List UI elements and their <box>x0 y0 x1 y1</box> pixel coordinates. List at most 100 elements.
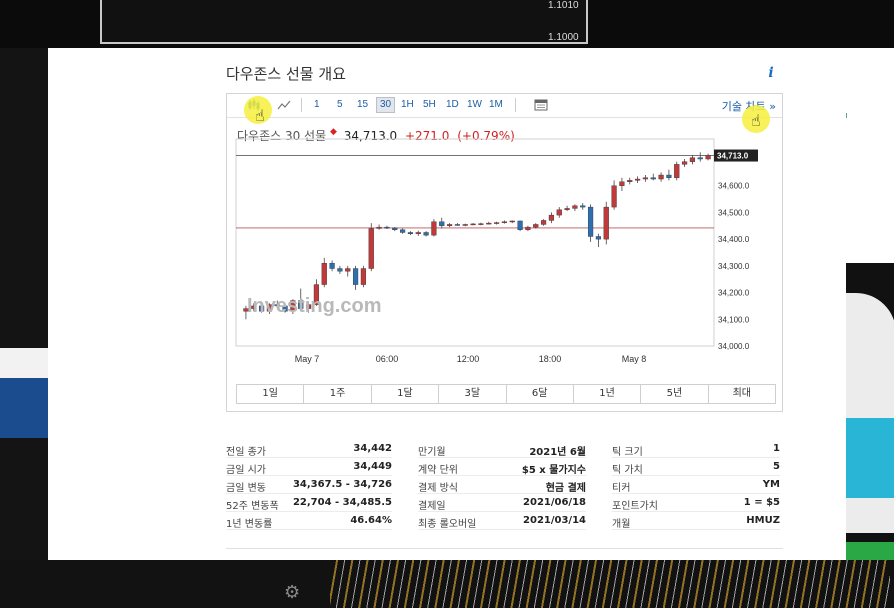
stat-row: 티커 YM <box>612 476 780 494</box>
stat-row: 금일 변동 34,367.5 - 34,726 <box>226 476 392 494</box>
stat-row: 만기월 2021년 6월 <box>418 440 586 458</box>
stat-label: 금일 시가 <box>226 465 266 476</box>
background-bottom: ⚙ <box>0 560 894 608</box>
range-button[interactable]: 1일 <box>237 385 305 403</box>
candle-body <box>627 180 633 182</box>
hand-pointer-icon: ☝ <box>751 111 761 130</box>
stat-row: 포인트가치 1 = $5 <box>612 494 780 512</box>
range-button[interactable]: 1주 <box>304 385 372 403</box>
stat-label: 1년 변동률 <box>226 519 273 530</box>
candle-body <box>580 205 586 208</box>
stat-value: 34,449 <box>353 461 392 472</box>
candle-body <box>407 232 414 234</box>
stat-label: 개월 <box>612 519 631 530</box>
hand-pointer-icon: ☝ <box>255 106 265 125</box>
section-divider <box>226 548 783 549</box>
stat-row: 결제일 2021/06/18 <box>418 494 586 512</box>
candle-body <box>697 157 703 160</box>
price-chart[interactable]: 34,000.0 34,100.0 34,200.0 34,300.0 34,400.0… <box>227 94 782 379</box>
stat-value: 34,442 <box>353 443 392 454</box>
candle-body <box>462 224 468 226</box>
stat-label: 계약 단위 <box>418 465 458 476</box>
stat-value: 2021/03/14 <box>523 515 586 526</box>
stat-value: 22,704 - 34,485.5 <box>292 497 392 508</box>
stat-label: 전일 종가 <box>226 447 266 458</box>
range-button[interactable]: 6달 <box>507 385 574 403</box>
gear-icon: ⚙ <box>284 582 301 603</box>
candle-body <box>619 181 625 186</box>
y-tick-label: 34,600.0 <box>718 182 750 191</box>
candle-body <box>634 178 641 181</box>
stats-column-3: 틱 크기 1 틱 가치 5 티커 YM 포인트가치 1 = $5 개월 HMUZ <box>612 440 780 530</box>
y-tick-label: 34,500.0 <box>718 208 750 217</box>
info-icon[interactable]: i <box>762 65 780 83</box>
candle-body <box>705 155 711 160</box>
stat-value: 1 <box>773 443 780 454</box>
y-tick-label: 34,200.0 <box>718 289 750 298</box>
stat-label: 52주 변동폭 <box>226 501 279 512</box>
candle-body <box>376 226 382 229</box>
stat-value: 1 = $5 <box>743 497 780 508</box>
x-tick-label: 12:00 <box>457 354 480 364</box>
candle-body <box>525 226 531 230</box>
stat-row: 최종 롤오버일 2021/03/14 <box>418 512 586 530</box>
stat-value: $5 x 물가지수 <box>521 465 586 476</box>
background-ad-panel <box>846 48 894 263</box>
candle-body <box>556 209 562 216</box>
range-button[interactable]: 3달 <box>439 385 507 403</box>
candle-body <box>415 232 421 234</box>
stat-value: 5 <box>773 461 780 472</box>
candle-body <box>352 268 359 285</box>
page-title: 다우존스 선물 개요 <box>226 65 346 83</box>
background-top: 1.1010 1.1000 <box>0 0 894 48</box>
candle-body <box>368 228 374 269</box>
x-tick-label: May 8 <box>622 354 647 364</box>
candle-body <box>674 164 680 178</box>
candle-body <box>611 185 617 208</box>
candle-body <box>681 161 688 165</box>
stat-label: 틱 가치 <box>612 465 643 476</box>
candle-body <box>564 208 570 210</box>
stat-label: 최종 롤오버일 <box>418 519 477 530</box>
background-chart-frame <box>100 0 588 44</box>
candle-body <box>345 268 351 272</box>
candle-body <box>478 223 484 225</box>
stat-value: 2021년 6월 <box>529 447 586 458</box>
candle-body <box>431 221 437 236</box>
range-selector: 1일 1주 1달 3달 6달 1년 5년 최대 <box>236 384 776 404</box>
candle-body <box>517 220 523 230</box>
candle-body <box>548 214 555 221</box>
stat-row: 전일 종가 34,442 <box>226 440 392 458</box>
last-price-label: 34,713.0 <box>717 152 749 161</box>
candle-body <box>321 262 327 285</box>
y-tick-label: 34,000.0 <box>718 342 750 351</box>
candle-body <box>603 206 609 240</box>
candle-body <box>399 229 406 233</box>
range-button[interactable]: 1달 <box>372 385 440 403</box>
candle-body <box>650 177 656 180</box>
stat-label: 틱 크기 <box>612 447 643 458</box>
stat-row: 틱 가치 5 <box>612 458 780 476</box>
stats-column-1: 전일 종가 34,442 금일 시가 34,449 금일 변동 34,367.5 - 34… <box>226 440 392 530</box>
background-right: 7 <box>846 48 894 560</box>
x-tick-label: May 7 <box>295 354 320 364</box>
candle-body <box>446 224 453 226</box>
candle-body <box>572 205 578 209</box>
range-button[interactable]: 1년 <box>574 385 642 403</box>
candle-body <box>423 232 429 236</box>
background-cyan-panel <box>846 418 894 498</box>
y-tick-label: 34,100.0 <box>718 315 750 324</box>
investing-watermark: Investing.com <box>247 295 381 317</box>
range-button[interactable]: 최대 <box>709 385 775 403</box>
stat-value: 46.64% <box>350 515 392 526</box>
candle-body <box>439 221 445 226</box>
candle-body <box>642 177 649 180</box>
stat-label: 금일 변동 <box>226 483 266 494</box>
candle-body <box>533 224 539 228</box>
stat-value: 현금 결제 <box>545 483 586 494</box>
candle-body <box>595 236 602 240</box>
candle-body <box>509 220 515 223</box>
stat-value: 2021/06/18 <box>523 497 586 508</box>
candle-body <box>392 227 398 230</box>
range-button[interactable]: 5년 <box>641 385 709 403</box>
